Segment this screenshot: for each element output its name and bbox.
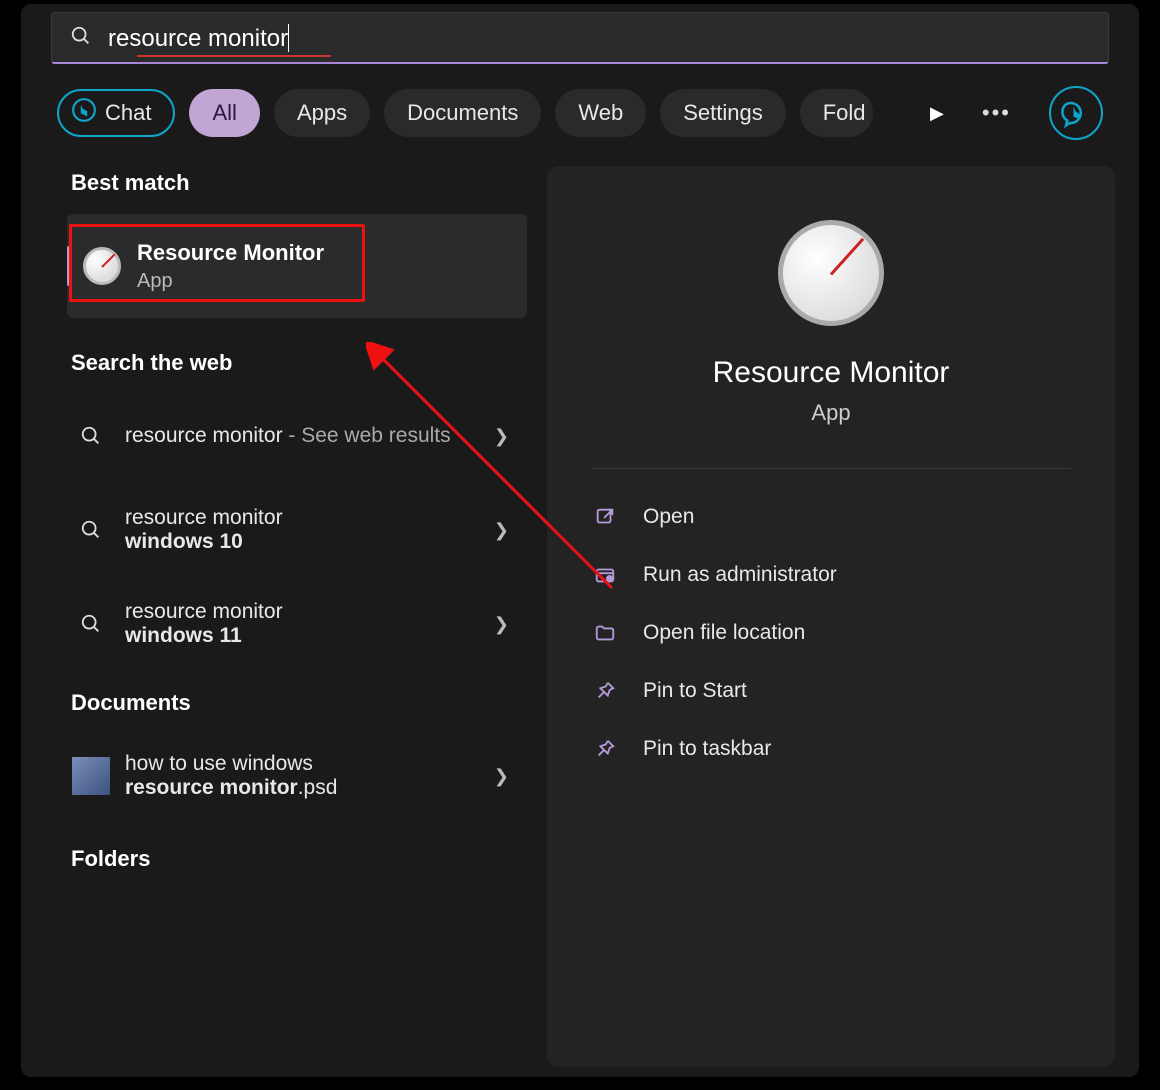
tab-overflow-fade bbox=[867, 86, 909, 134]
open-file-location-label: Open file location bbox=[643, 621, 805, 645]
settings-tab[interactable]: Settings bbox=[660, 89, 786, 137]
bing-icon bbox=[71, 97, 97, 129]
documents-tab[interactable]: Documents bbox=[384, 89, 541, 137]
web-result-item[interactable]: resource monitor windows 11 ❯ bbox=[67, 582, 527, 666]
best-match-item[interactable]: Resource Monitor App bbox=[67, 214, 527, 318]
action-list: Open Run as administrator Open file loca… bbox=[591, 499, 1071, 767]
apps-tab[interactable]: Apps bbox=[274, 89, 370, 137]
all-tab[interactable]: All bbox=[189, 89, 259, 137]
search-web-heading: Search the web bbox=[71, 350, 527, 376]
results-area: Best match Resource Monitor App Search t… bbox=[21, 140, 1139, 1077]
shield-icon bbox=[591, 564, 619, 586]
chat-tab[interactable]: Chat bbox=[57, 89, 175, 137]
pin-icon bbox=[591, 738, 619, 760]
search-icon bbox=[67, 613, 115, 635]
folders-tab[interactable]: Fold bbox=[800, 89, 873, 137]
details-title: Resource Monitor bbox=[713, 356, 950, 390]
pin-icon bbox=[591, 680, 619, 702]
open-icon bbox=[591, 506, 619, 528]
pin-to-start-action[interactable]: Pin to Start bbox=[591, 673, 1071, 709]
search-bar[interactable]: resource monitor bbox=[51, 12, 1109, 64]
details-subtitle: App bbox=[811, 400, 850, 426]
apps-tab-label: Apps bbox=[297, 100, 347, 126]
document-thumbnail-icon bbox=[67, 757, 115, 795]
pin-to-taskbar-label: Pin to taskbar bbox=[643, 737, 771, 761]
web-result-detail: windows 10 bbox=[125, 530, 474, 554]
chevron-right-icon[interactable]: ❯ bbox=[484, 426, 519, 447]
results-left-column: Best match Resource Monitor App Search t… bbox=[67, 166, 527, 1067]
annotation-highlight-box bbox=[69, 224, 365, 302]
document-bold-part: resource monitor bbox=[125, 776, 298, 799]
all-tab-label: All bbox=[212, 100, 236, 126]
chevron-right-icon[interactable]: ❯ bbox=[484, 520, 519, 541]
documents-heading: Documents bbox=[71, 690, 527, 716]
web-result-query: resource monitor bbox=[125, 600, 474, 624]
search-icon bbox=[67, 519, 115, 541]
filter-tabs: Chat All Apps Documents Web Settings Fol… bbox=[21, 64, 1139, 140]
web-tab-label: Web bbox=[578, 100, 623, 126]
web-result-detail: windows 11 bbox=[125, 624, 474, 648]
more-scroll-icon[interactable]: ▶ bbox=[930, 103, 944, 124]
document-result-item[interactable]: how to use windows resource monitor.psd … bbox=[67, 734, 527, 818]
bing-chat-button[interactable] bbox=[1049, 86, 1103, 140]
search-icon bbox=[70, 25, 92, 52]
resource-monitor-icon bbox=[778, 220, 884, 326]
pin-to-taskbar-action[interactable]: Pin to taskbar bbox=[591, 731, 1071, 767]
run-as-admin-action[interactable]: Run as administrator bbox=[591, 557, 1071, 593]
chat-tab-label: Chat bbox=[105, 100, 151, 126]
open-action-label: Open bbox=[643, 505, 694, 529]
pin-to-start-label: Pin to Start bbox=[643, 679, 747, 703]
spellcheck-underline bbox=[137, 55, 331, 57]
web-result-item[interactable]: resource monitor - See web results ❯ bbox=[67, 394, 527, 478]
open-action[interactable]: Open bbox=[591, 499, 1071, 535]
chevron-right-icon[interactable]: ❯ bbox=[484, 766, 519, 787]
best-match-heading: Best match bbox=[71, 170, 527, 196]
search-icon bbox=[67, 425, 115, 447]
chevron-right-icon[interactable]: ❯ bbox=[484, 614, 519, 635]
document-extension: .psd bbox=[298, 776, 338, 799]
web-result-suffix: - See web results bbox=[283, 424, 451, 447]
open-file-location-action[interactable]: Open file location bbox=[591, 615, 1071, 651]
documents-tab-label: Documents bbox=[407, 100, 518, 126]
run-as-admin-label: Run as administrator bbox=[643, 563, 837, 587]
web-result-query: resource monitor bbox=[125, 506, 474, 530]
folder-icon bbox=[591, 622, 619, 644]
web-result-item[interactable]: resource monitor windows 10 ❯ bbox=[67, 488, 527, 572]
web-tab[interactable]: Web bbox=[555, 89, 646, 137]
search-window: resource monitor Chat All Apps Documents… bbox=[21, 4, 1139, 1077]
folders-heading: Folders bbox=[71, 846, 527, 872]
web-result-query: resource monitor bbox=[125, 424, 283, 447]
divider bbox=[591, 468, 1071, 469]
overflow-menu-icon[interactable]: ••• bbox=[982, 100, 1011, 126]
settings-tab-label: Settings bbox=[683, 100, 763, 126]
details-pane: Resource Monitor App Open Run as adminis… bbox=[547, 166, 1115, 1067]
search-input[interactable]: resource monitor bbox=[108, 24, 1096, 53]
document-line1: how to use windows bbox=[125, 752, 474, 776]
folders-tab-label: Fold bbox=[823, 100, 866, 126]
